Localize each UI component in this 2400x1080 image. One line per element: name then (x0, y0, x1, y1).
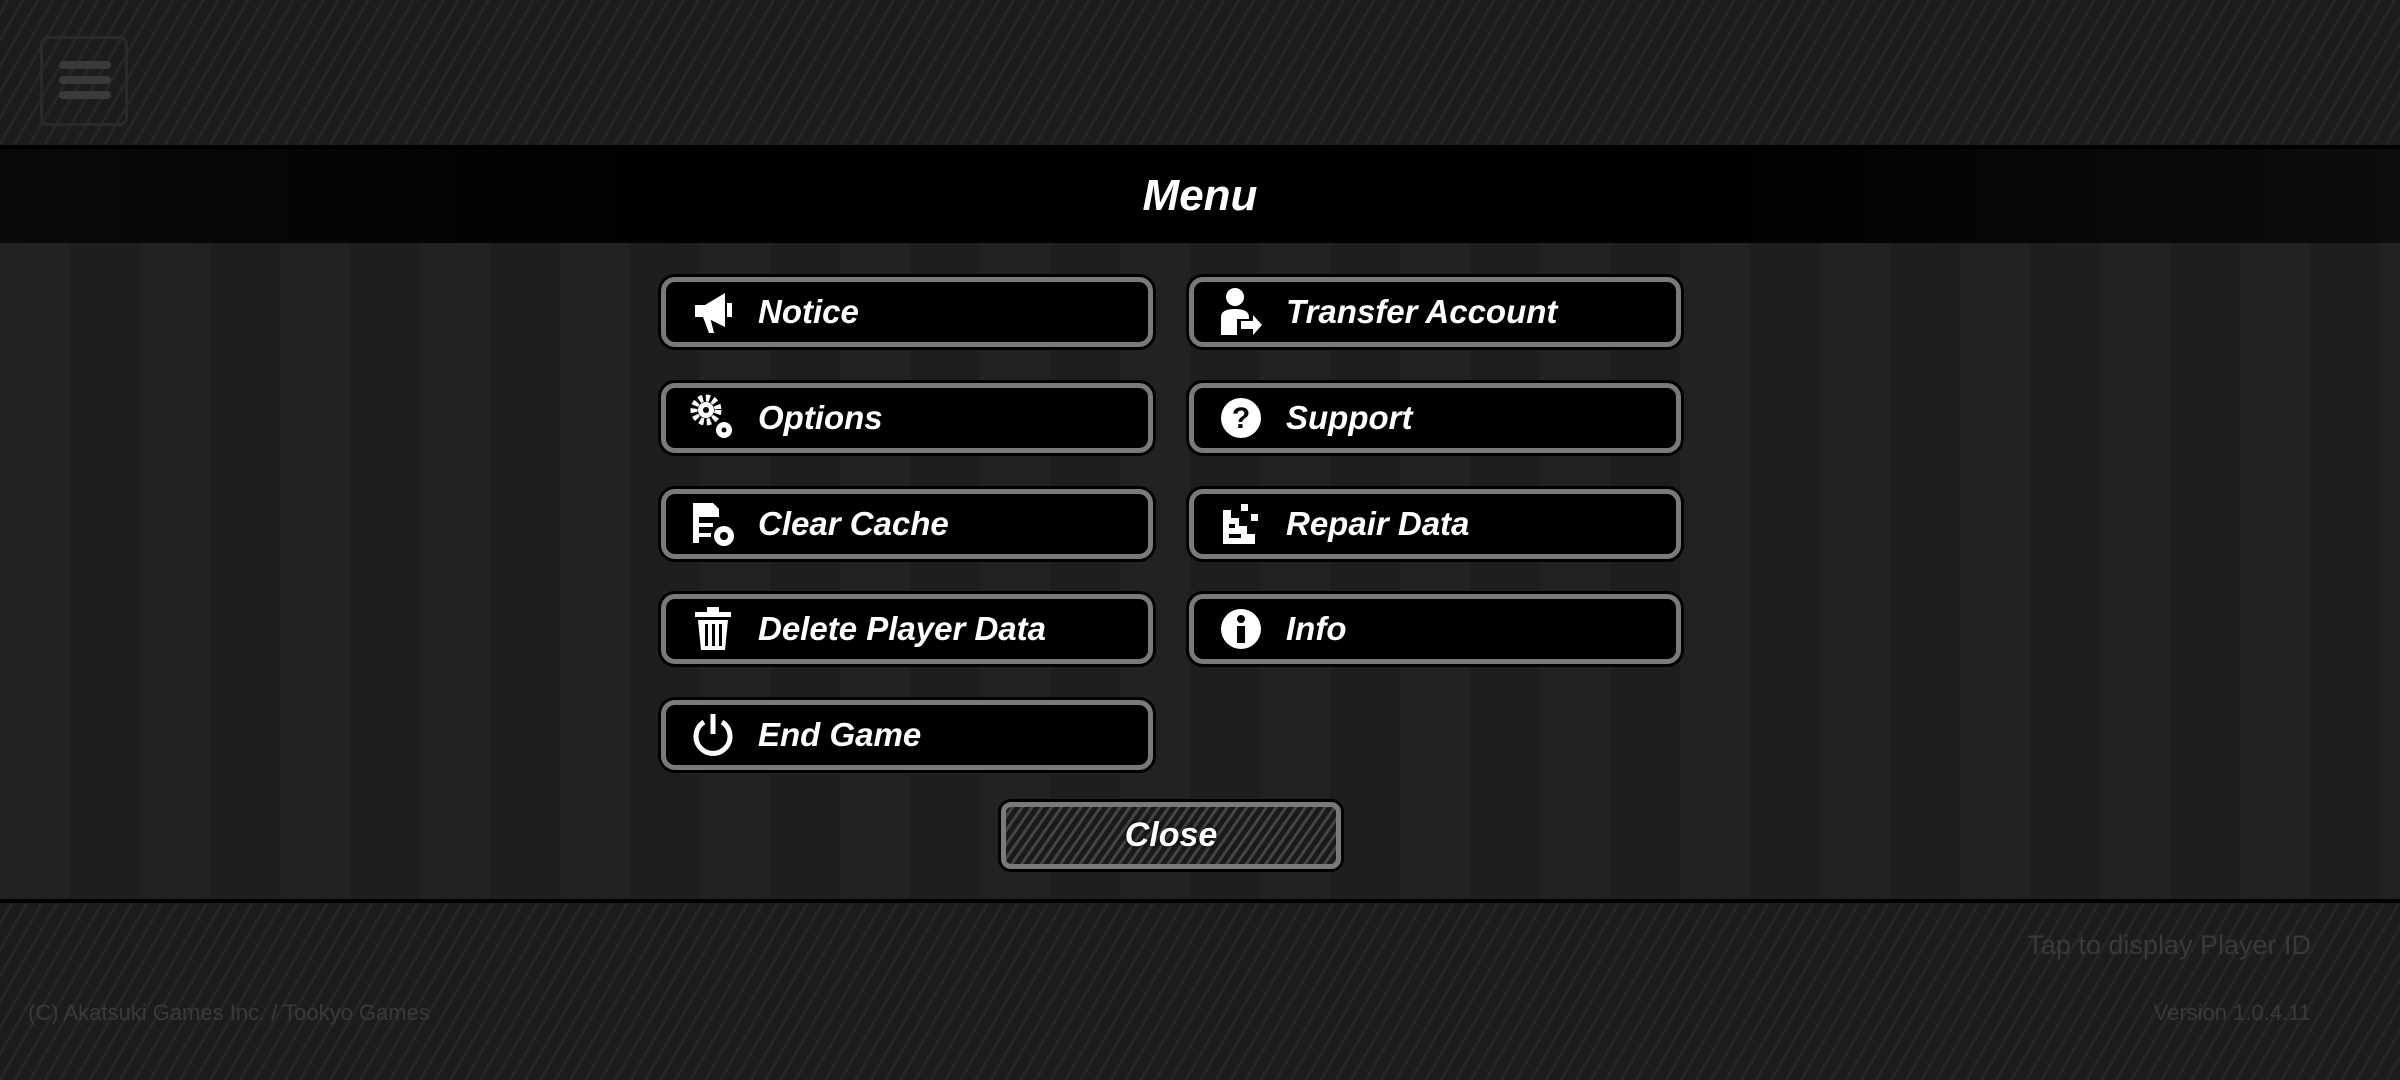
notice-label: Notice (758, 293, 859, 330)
player-id-link[interactable]: Tap to display Player ID (2027, 930, 2311, 961)
support-button[interactable]: ? Support (1189, 383, 1681, 453)
close-label: Close (1124, 816, 1218, 854)
options-label: Options (758, 399, 883, 436)
info-button[interactable]: Info (1189, 594, 1681, 664)
transfer-account-button[interactable]: Transfer Account (1189, 277, 1681, 347)
gears-icon (688, 393, 738, 443)
close-button[interactable]: Close (1001, 802, 1341, 869)
delete-player-data-label: Delete Player Data (758, 610, 1046, 647)
options-button[interactable]: Options (661, 383, 1153, 453)
megaphone-icon (688, 287, 738, 337)
clear-cache-label: Clear Cache (758, 505, 949, 542)
menu-header: Menu (0, 149, 2400, 243)
repair-data-icon (1216, 499, 1266, 549)
page-title: Menu (1142, 171, 1258, 220)
power-icon (688, 710, 738, 760)
svg-text:?: ? (1232, 402, 1250, 435)
info-label: Info (1286, 610, 1347, 647)
delete-player-data-button[interactable]: Delete Player Data (661, 594, 1153, 664)
end-game-label: End Game (758, 716, 922, 753)
clear-cache-icon (688, 499, 738, 549)
user-transfer-icon (1216, 287, 1266, 337)
end-game-button[interactable]: End Game (661, 700, 1153, 770)
transfer-account-label: Transfer Account (1286, 293, 1558, 330)
info-circle-icon (1216, 604, 1266, 654)
repair-data-label: Repair Data (1286, 505, 1470, 542)
copyright-text: (C) Akatsuki Games Inc. / Tookyo Games (28, 1000, 430, 1025)
support-label: Support (1286, 399, 1413, 436)
notice-button[interactable]: Notice (661, 277, 1153, 347)
question-circle-icon: ? (1216, 393, 1266, 443)
trash-icon (688, 604, 738, 654)
hamburger-menu-button[interactable] (40, 36, 128, 126)
clear-cache-button[interactable]: Clear Cache (661, 489, 1153, 559)
repair-data-button[interactable]: Repair Data (1189, 489, 1681, 559)
version-text: Version 1.0.4.11 (2153, 1000, 2311, 1025)
